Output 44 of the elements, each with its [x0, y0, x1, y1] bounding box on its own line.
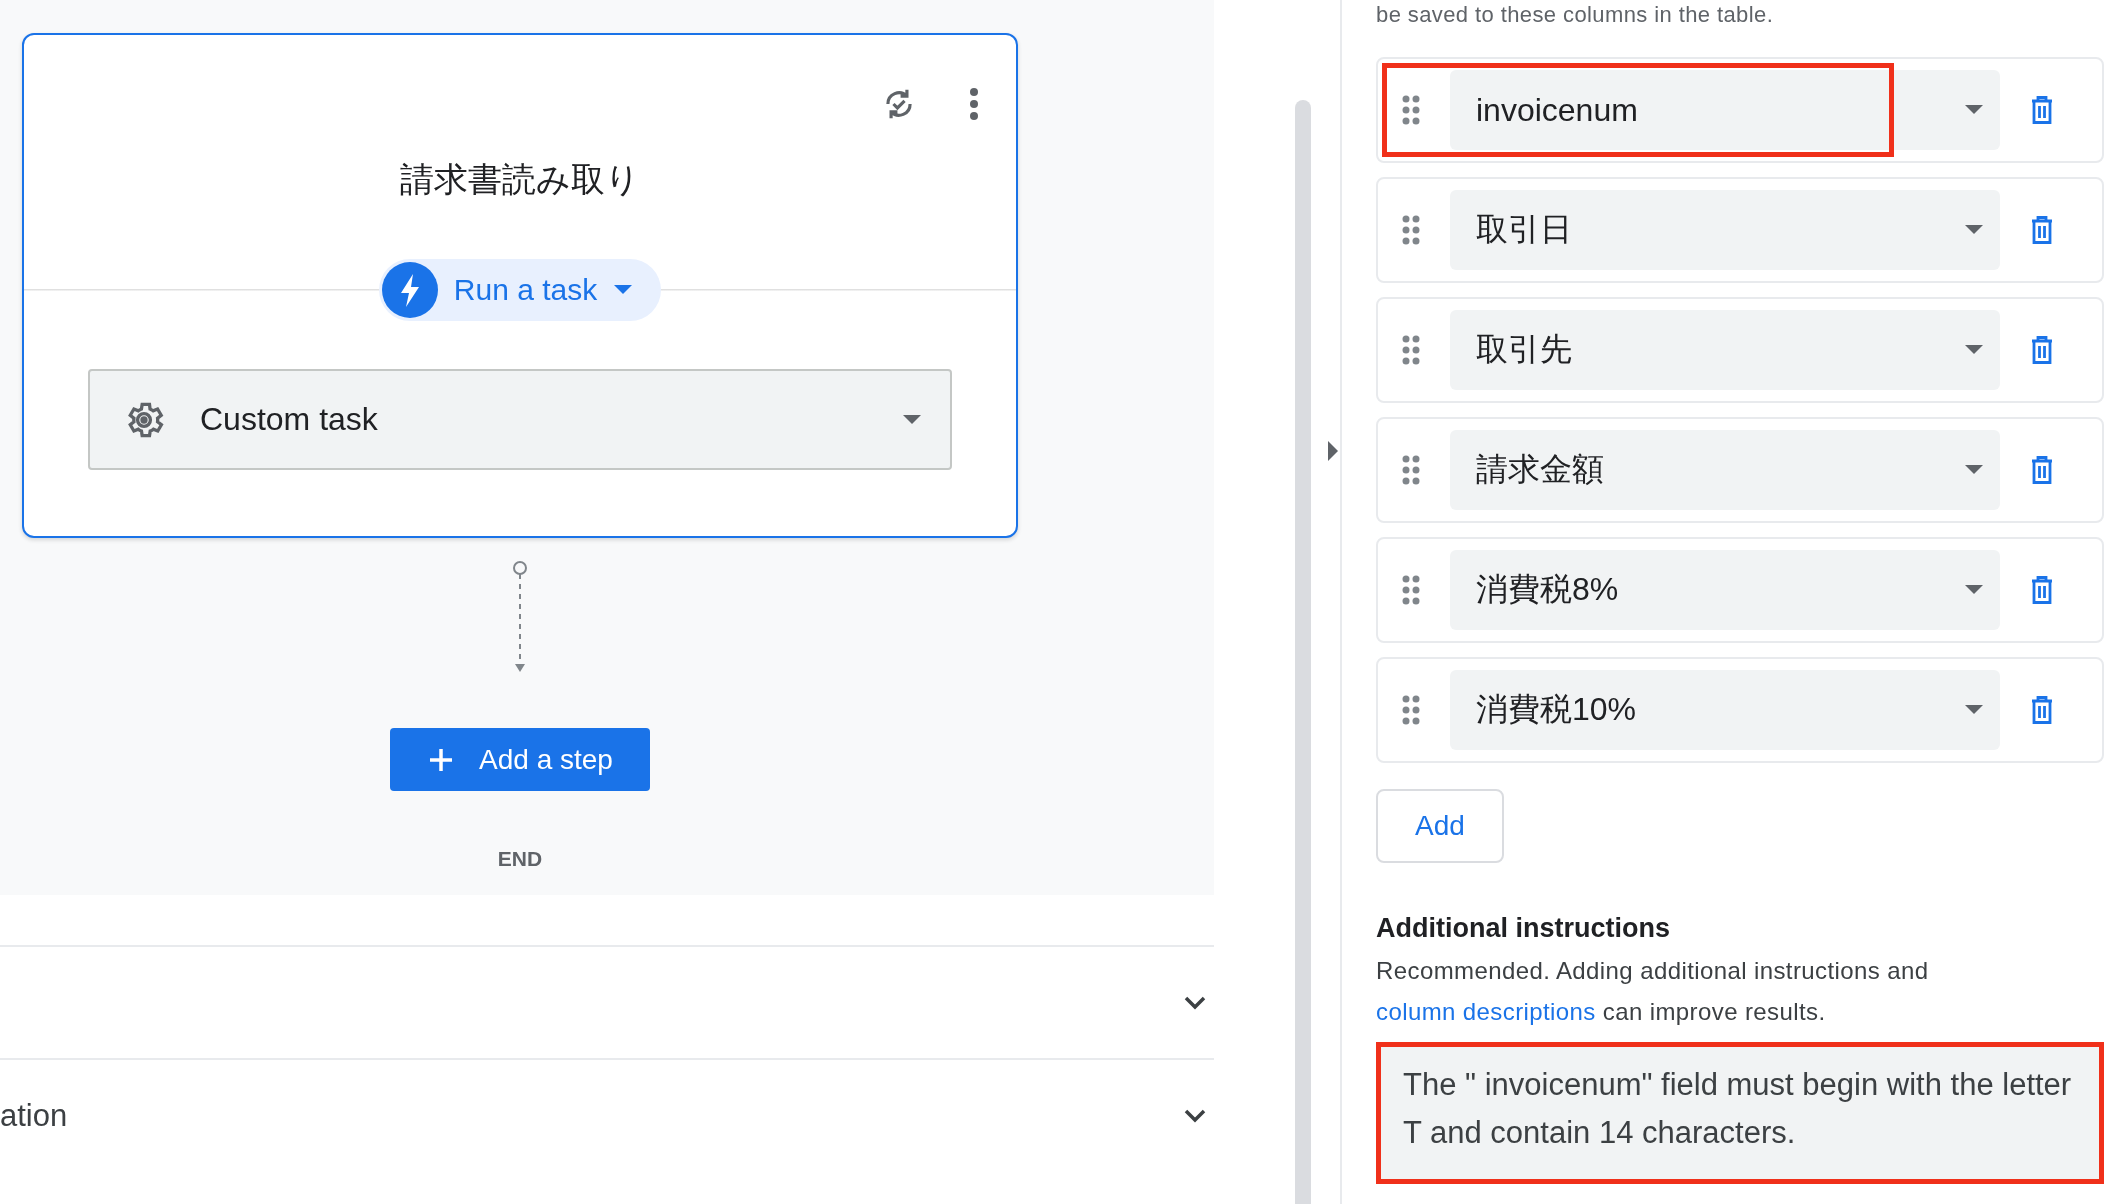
- drag-handle-icon[interactable]: [1402, 335, 1420, 365]
- caret-icon: [1964, 464, 1984, 476]
- drag-handle-icon[interactable]: [1402, 455, 1420, 485]
- delete-icon[interactable]: [2030, 95, 2054, 125]
- column-select[interactable]: 請求金額: [1450, 430, 2000, 510]
- lightning-icon: [381, 262, 438, 318]
- chevron-icon[interactable]: [1184, 995, 1206, 1010]
- section-title: ation: [0, 1097, 68, 1134]
- run-task-chip[interactable]: Run a task: [378, 259, 662, 321]
- instructions-field[interactable]: The " invoicenum" field must begin with the letter T and contain 14 characters.: [1376, 1042, 2104, 1184]
- column-select[interactable]: 取引日: [1450, 190, 2000, 270]
- delete-icon[interactable]: [2030, 215, 2054, 245]
- caret-icon: [1964, 344, 1984, 356]
- column-select[interactable]: 消費税8%: [1450, 550, 2000, 630]
- caret-icon: [1964, 104, 1984, 116]
- add-button[interactable]: Add: [1376, 789, 1504, 863]
- delete-icon[interactable]: [2030, 335, 2054, 365]
- caret-icon: [1964, 224, 1984, 236]
- delete-icon[interactable]: [2030, 695, 2054, 725]
- column-select[interactable]: 取引先: [1450, 310, 2000, 390]
- add-step-button[interactable]: Add a step: [390, 728, 650, 791]
- column-select[interactable]: invoicenum: [1450, 70, 2000, 150]
- delete-icon[interactable]: [2030, 455, 2054, 485]
- expand-arrow-icon[interactable]: [1327, 440, 1339, 462]
- description-text: Recommended. Adding additional instructions and column descriptions can improve results.: [1376, 956, 1930, 1027]
- caret-icon: [1964, 704, 1984, 716]
- more-options-icon[interactable]: [968, 87, 980, 121]
- task-select[interactable]: Custom task: [88, 369, 952, 470]
- delete-icon[interactable]: [2030, 575, 2054, 605]
- chevron-icon[interactable]: [1184, 1108, 1206, 1123]
- column-descriptions-link[interactable]: column descriptions: [1376, 998, 1596, 1025]
- end-label: END: [497, 847, 543, 871]
- caret-icon: [613, 284, 634, 296]
- drag-handle-icon[interactable]: [1402, 695, 1420, 725]
- drag-handle-icon[interactable]: [1402, 95, 1420, 125]
- scrollbar[interactable]: [1295, 100, 1311, 1204]
- caret-icon: [902, 413, 922, 426]
- drag-handle-icon[interactable]: [1402, 575, 1420, 605]
- section-heading: Additional instructions: [1376, 913, 1671, 944]
- drag-handle-icon[interactable]: [1402, 215, 1420, 245]
- intro-text: be saved to these columns in the table.: [1376, 1, 1775, 29]
- step-title: 請求書読み取り: [399, 159, 641, 200]
- column-select[interactable]: 消費税10%: [1450, 670, 2000, 750]
- caret-icon: [1964, 584, 1984, 596]
